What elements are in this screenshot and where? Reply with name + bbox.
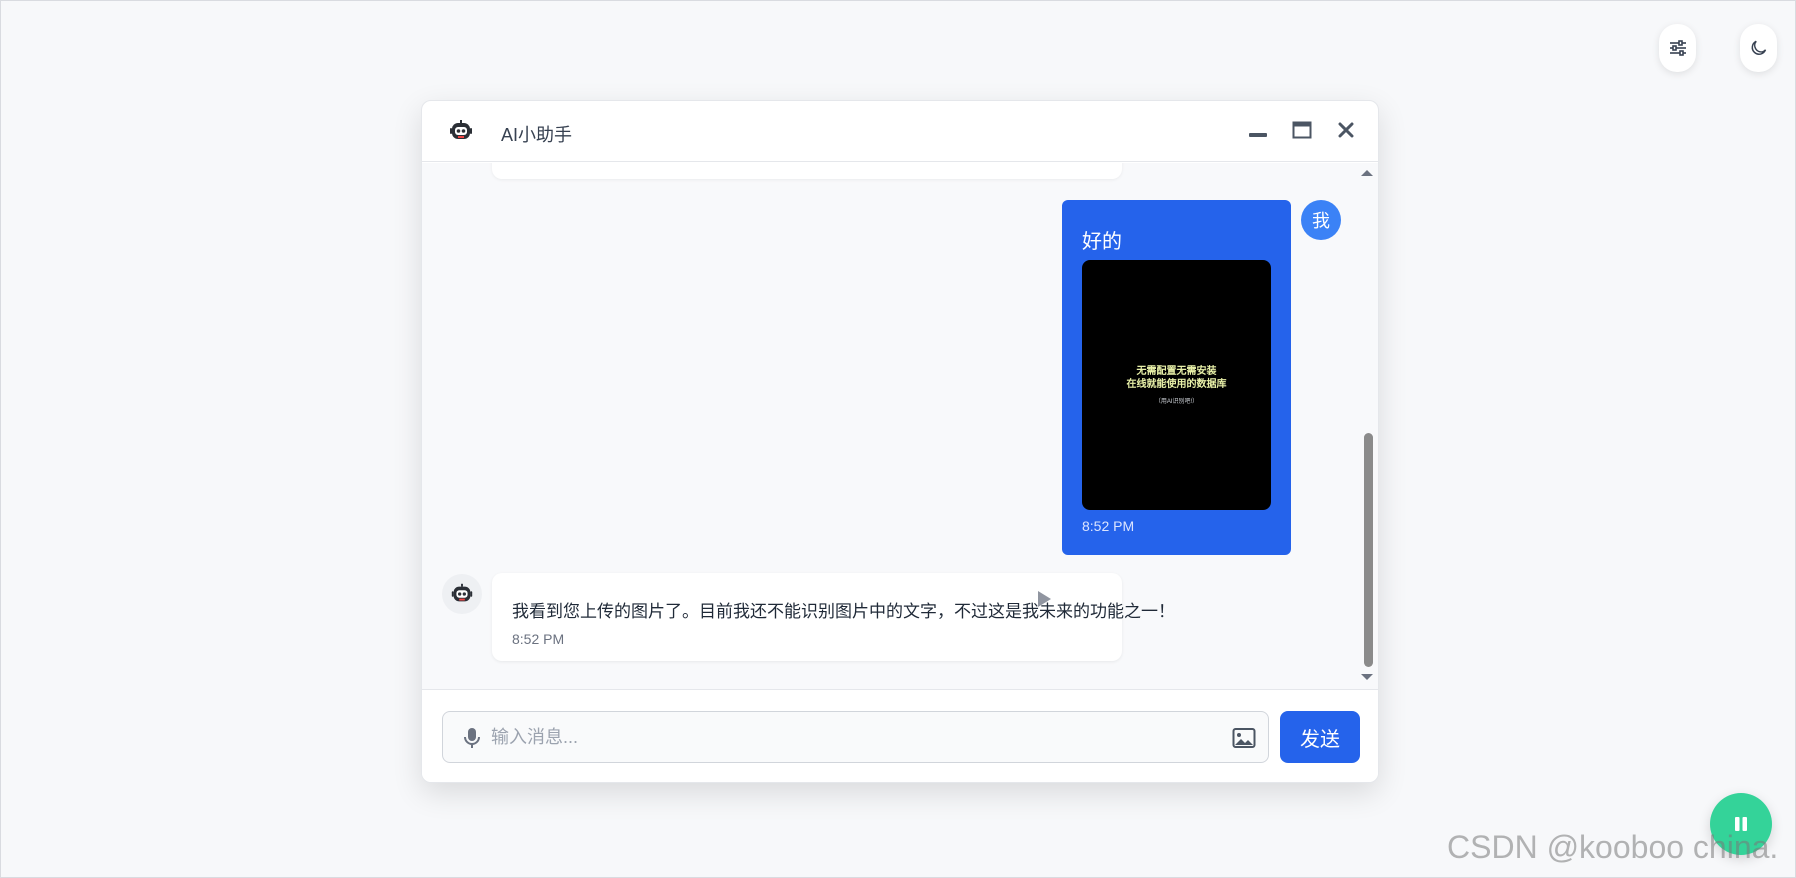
robot-icon bbox=[447, 117, 475, 145]
moon-icon bbox=[1751, 40, 1766, 55]
scroll-up-arrow[interactable] bbox=[1360, 169, 1374, 177]
assistant-avatar bbox=[442, 574, 482, 614]
page: AI小助手 好的 无需配置无需安装 在线就能使用的数据库 （用AI识别吧!） 8… bbox=[0, 0, 1796, 878]
play-audio-button[interactable] bbox=[1034, 589, 1054, 609]
scrollbar-thumb[interactable] bbox=[1364, 433, 1373, 667]
minimize-icon bbox=[1249, 133, 1267, 137]
chat-header: AI小助手 bbox=[422, 101, 1378, 162]
play-icon bbox=[1038, 591, 1051, 607]
message-timestamp: 8:52 PM bbox=[1082, 518, 1135, 534]
assistant-message-text: 我看到您上传的图片了。目前我还不能识别图片中的文字，不过这是我未来的功能之一！ bbox=[512, 602, 1175, 621]
sliders-icon bbox=[1669, 40, 1686, 56]
maximize-button[interactable] bbox=[1289, 117, 1315, 143]
close-icon bbox=[1338, 122, 1354, 138]
user-avatar: 我 bbox=[1301, 200, 1341, 240]
message-timestamp: 8:52 PM bbox=[512, 631, 565, 647]
image-text-line: 无需配置无需安装 bbox=[1136, 366, 1217, 377]
settings-button[interactable] bbox=[1659, 24, 1696, 72]
chat-title: AI小助手 bbox=[501, 125, 573, 145]
message-input[interactable] bbox=[491, 713, 1211, 761]
maximize-icon bbox=[1292, 121, 1312, 139]
send-button[interactable]: 发送 bbox=[1280, 711, 1360, 763]
theme-toggle-button[interactable] bbox=[1740, 24, 1777, 72]
image-text-line: 在线就能使用的数据库 bbox=[1126, 379, 1227, 390]
user-message-bubble: 好的 无需配置无需安装 在线就能使用的数据库 （用AI识别吧!） 8:52 PM bbox=[1062, 200, 1291, 555]
close-button[interactable] bbox=[1333, 117, 1359, 143]
robot-icon bbox=[451, 583, 473, 602]
watermark: CSDN @kooboo china. bbox=[1447, 829, 1779, 865]
user-message-text: 好的 bbox=[1082, 231, 1122, 253]
message-list[interactable]: 好的 无需配置无需安装 在线就能使用的数据库 （用AI识别吧!） 8:52 PM… bbox=[422, 163, 1378, 689]
microphone-icon[interactable] bbox=[463, 727, 481, 749]
message-input-box bbox=[442, 711, 1269, 763]
image-text-line: （用AI识别吧!） bbox=[1154, 399, 1199, 405]
previous-message-bubble bbox=[492, 163, 1122, 179]
scroll-down-arrow[interactable] bbox=[1360, 673, 1374, 681]
assistant-message-bubble: 我看到您上传的图片了。目前我还不能识别图片中的文字，不过这是我未来的功能之一！ … bbox=[492, 573, 1175, 661]
image-upload-icon[interactable] bbox=[1232, 727, 1256, 749]
chat-window: AI小助手 好的 无需配置无需安装 在线就能使用的数据库 （用AI识别吧!） 8… bbox=[421, 100, 1379, 783]
user-attached-image[interactable]: 无需配置无需安装 在线就能使用的数据库 （用AI识别吧!） bbox=[1082, 260, 1271, 510]
composer: 发送 bbox=[422, 689, 1378, 782]
minimize-button[interactable] bbox=[1245, 117, 1271, 143]
